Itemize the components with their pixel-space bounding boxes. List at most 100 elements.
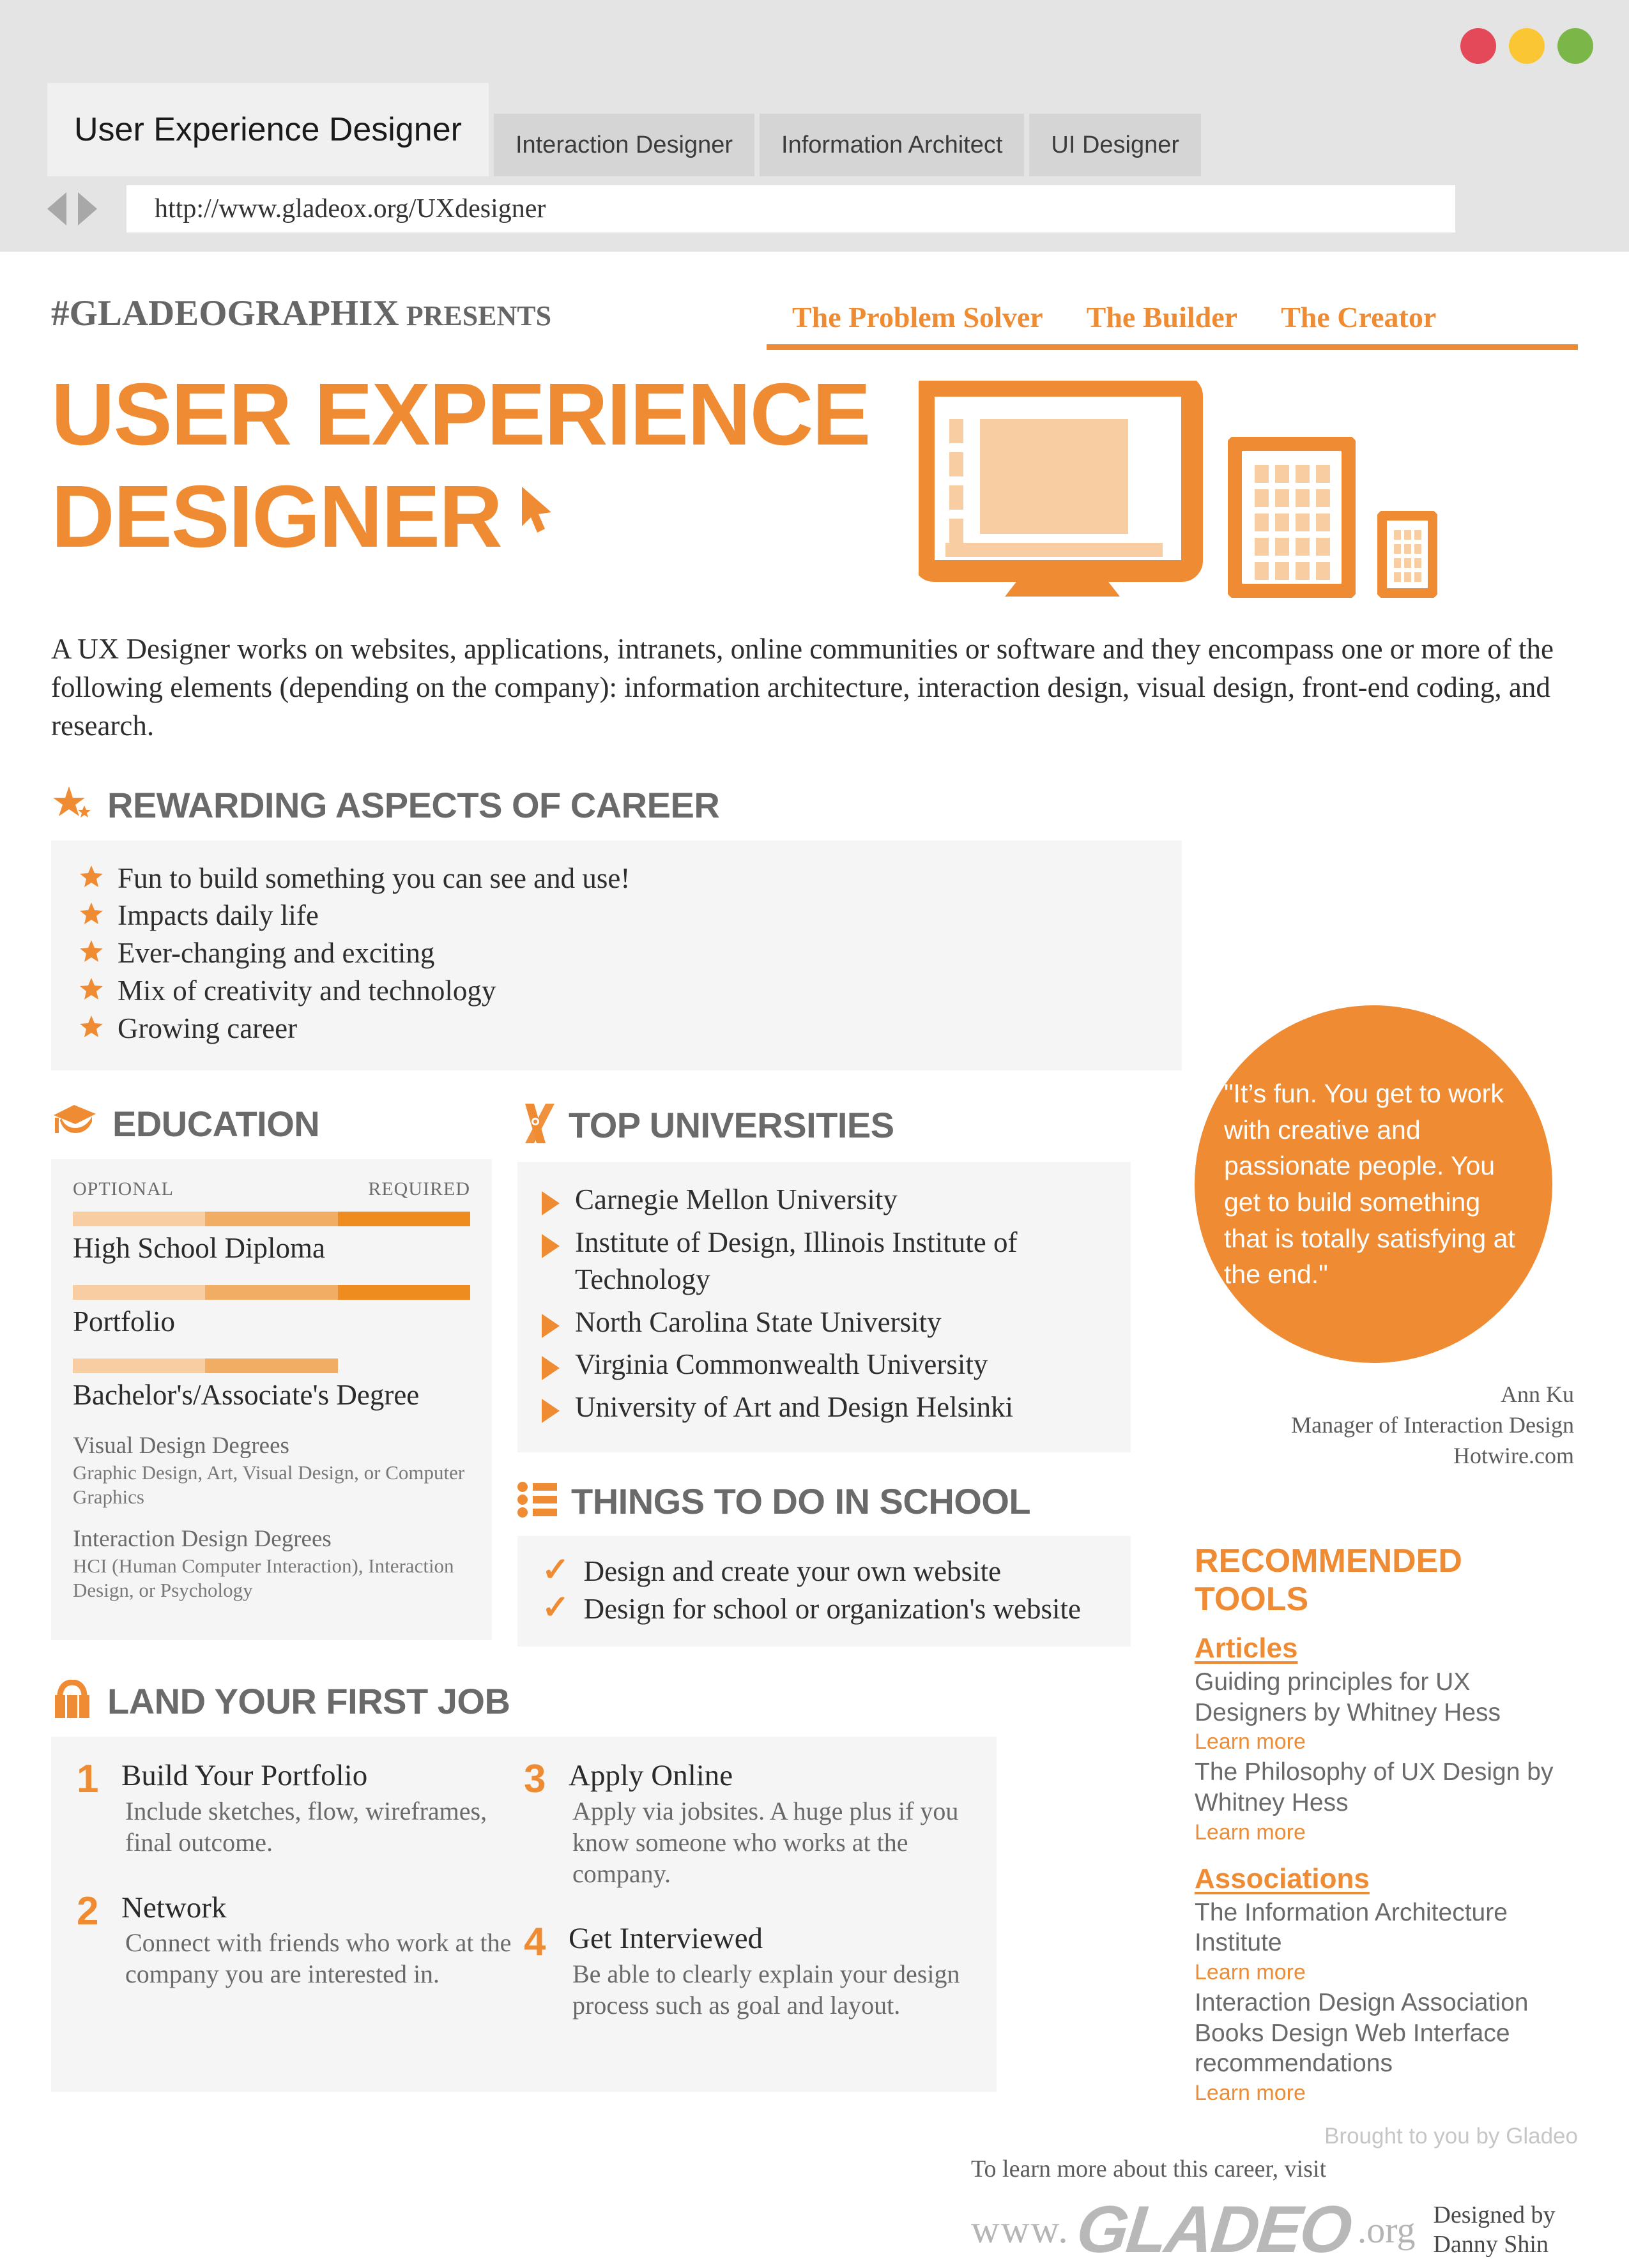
browser-toolbar: http://www.gladeox.org/UXdesigner (47, 185, 1587, 232)
tools-subheading[interactable]: Associations (1195, 1863, 1578, 1895)
university-name: University of Art and Design Helsinki (575, 1390, 1014, 1423)
education-level-bar (73, 1212, 470, 1227)
triangle-bullet-icon (542, 1191, 560, 1216)
learn-more-link[interactable]: Learn more (1195, 2079, 1578, 2107)
recommended-tools-title: RECOMMENDED TOOLS (1195, 1542, 1462, 1618)
nav-link-creator[interactable]: The Creator (1281, 300, 1436, 334)
tablet-icon (1224, 433, 1359, 602)
list-item: Virginia Commonwealth University (542, 1346, 1106, 1383)
list-item: ✓ Design for school or organization's we… (542, 1590, 1106, 1628)
step-title: Network (121, 1891, 227, 1924)
list-item: Ever-changing and exciting (79, 934, 1154, 972)
degree-detail: Graphic Design, Art, Visual Design, or C… (73, 1461, 465, 1509)
tab-label: Information Architect (781, 131, 1003, 158)
tool-entry-text: The Philosophy of UX Design by Whitney H… (1195, 1758, 1554, 1816)
intro-paragraph: A UX Designer works on websites, applica… (51, 633, 1554, 742)
footer-prompt: To learn more about this career, visit (971, 2156, 1327, 2182)
star-icon (51, 784, 93, 826)
education-heading: EDUCATION (51, 1102, 492, 1145)
quote-role: Manager of Interaction Design (1291, 1412, 1574, 1438)
brought-to-you-by: Brought to you by Gladeo (1324, 2123, 1578, 2149)
close-window-button[interactable] (1460, 28, 1496, 64)
tools-group-articles: Articles Guiding principles for UX Desig… (1195, 1633, 1578, 1846)
title-line-2: DESIGNER (51, 468, 503, 567)
list-item-label: Growing career (118, 1012, 298, 1045)
triangle-bullet-icon (542, 1356, 560, 1381)
step-title: Apply Online (569, 1759, 733, 1793)
tab-interaction-designer[interactable]: Interaction Designer (493, 114, 755, 176)
degree-title: Visual Design Degrees (73, 1433, 289, 1459)
tool-entry-text: The Information Architecture Institute (1195, 1898, 1508, 1957)
browser-tab-strip: User Experience Designer Interaction Des… (47, 83, 1206, 176)
learn-more-link[interactable]: Learn more (1195, 1728, 1578, 1756)
rewarding-aspects-heading: REWARDING ASPECTS OF CAREER (51, 784, 1182, 826)
nav-underline-rule (767, 344, 1578, 350)
triangle-bullet-icon (542, 1233, 560, 1258)
step-description: Apply via jobsites. A huge plus if you k… (572, 1796, 959, 1888)
hero-section: USER EXPERIENCE DESIGNER (51, 365, 1578, 602)
things-to-do-panel: ✓ Design and create your own website ✓ D… (517, 1536, 1131, 1647)
land-first-job-section: LAND YOUR FIRST JOB 1 Build Your Portfol… (51, 1679, 997, 2092)
scale-label-optional: OPTIONAL (73, 1178, 174, 1200)
education-level-bar (73, 1285, 470, 1300)
nav-link-builder[interactable]: The Builder (1087, 300, 1237, 334)
land-first-job-heading: LAND YOUR FIRST JOB (51, 1679, 997, 1723)
step-number: 3 (524, 1757, 546, 1802)
triangle-bullet-icon (542, 1398, 560, 1423)
url-text: http://www.gladeox.org/UXdesigner (155, 194, 546, 224)
university-name: North Carolina State University (575, 1305, 942, 1338)
star-bullet-icon (79, 934, 103, 972)
checkmark-icon: ✓ (542, 1589, 570, 1626)
bar-segment-2 (205, 1285, 338, 1300)
university-name: Institute of Design, Illinois Institute … (575, 1226, 1018, 1296)
universities-panel: Carnegie Mellon University Institute of … (517, 1162, 1131, 1453)
star-bullet-icon (79, 897, 103, 934)
list-item: ✓ Design and create your own website (542, 1553, 1106, 1590)
title-line-1: USER EXPERIENCE (51, 365, 871, 464)
checkmark-icon: ✓ (542, 1552, 570, 1589)
quote-attribution: Ann Ku Manager of Interaction Design Hot… (1195, 1380, 1578, 1472)
address-bar[interactable]: http://www.gladeox.org/UXdesigner (126, 185, 1455, 232)
tools-subheading[interactable]: Articles (1195, 1633, 1578, 1664)
tab-information-architect[interactable]: Information Architect (760, 114, 1025, 176)
step-number: 1 (77, 1757, 99, 1802)
learn-more-link[interactable]: Learn more (1195, 1958, 1578, 1986)
nav-link-problem-solver[interactable]: The Problem Solver (792, 300, 1043, 334)
tab-ui-designer[interactable]: UI Designer (1029, 114, 1202, 176)
designer-credit-line2: Danny Shin (1433, 2230, 1549, 2258)
forward-arrow-icon[interactable] (78, 192, 97, 225)
navigation-arrows (47, 192, 97, 225)
education-item-label: Bachelor's/Associate's Degree (73, 1379, 420, 1412)
gladeo-logo[interactable]: www. GLADEO .org Designed by Danny Shin (971, 2192, 1610, 2268)
quote-circle: "It’s fun. You get to work with creative… (1195, 1005, 1552, 1363)
tool-entry-text: Guiding principles for UX Designers by W… (1195, 1668, 1501, 1726)
star-bullet-icon (79, 860, 103, 897)
section-title: LAND YOUR FIRST JOB (107, 1681, 510, 1722)
job-step: 3 Apply Online Apply via jobsites. A hug… (524, 1760, 971, 1889)
list-item: Institute of Design, Illinois Institute … (542, 1224, 1106, 1298)
list-item-label: Ever-changing and exciting (118, 937, 435, 970)
bar-segment-2 (205, 1212, 338, 1227)
tab-user-experience-designer[interactable]: User Experience Designer (47, 83, 489, 176)
job-step: 1 Build Your Portfolio Include sketches,… (77, 1760, 524, 1858)
minimize-window-button[interactable] (1509, 28, 1545, 64)
bar-segment-3 (337, 1212, 470, 1227)
quote-author: Ann Ku (1501, 1381, 1574, 1407)
list-item: Fun to build something you can see and u… (79, 860, 1154, 897)
things-to-do-heading: THINGS TO DO IN SCHOOL (517, 1480, 1131, 1522)
step-number: 2 (77, 1889, 99, 1933)
step-number: 4 (524, 1920, 546, 1965)
back-arrow-icon[interactable] (47, 192, 66, 225)
degree-block: Interaction Design Degrees HCI (Human Co… (73, 1525, 470, 1603)
infographic-page: #GLADEOGRAPHIX PRESENTS The Problem Solv… (0, 252, 1629, 2267)
star-bullet-icon (79, 972, 103, 1010)
list-item-label: Fun to build something you can see and u… (118, 862, 631, 894)
scale-label-required: REQUIRED (368, 1178, 470, 1200)
list-item-label: Design and create your own website (583, 1555, 1002, 1588)
section-title: THINGS TO DO IN SCHOOL (571, 1481, 1031, 1522)
learn-more-link[interactable]: Learn more (1195, 1818, 1578, 1846)
maximize-window-button[interactable] (1557, 28, 1593, 64)
list-item-label: Mix of creativity and technology (118, 975, 496, 1007)
degree-block: Visual Design Degrees Graphic Design, Ar… (73, 1432, 470, 1510)
browser-window-chrome: User Experience Designer Interaction Des… (0, 0, 1629, 252)
